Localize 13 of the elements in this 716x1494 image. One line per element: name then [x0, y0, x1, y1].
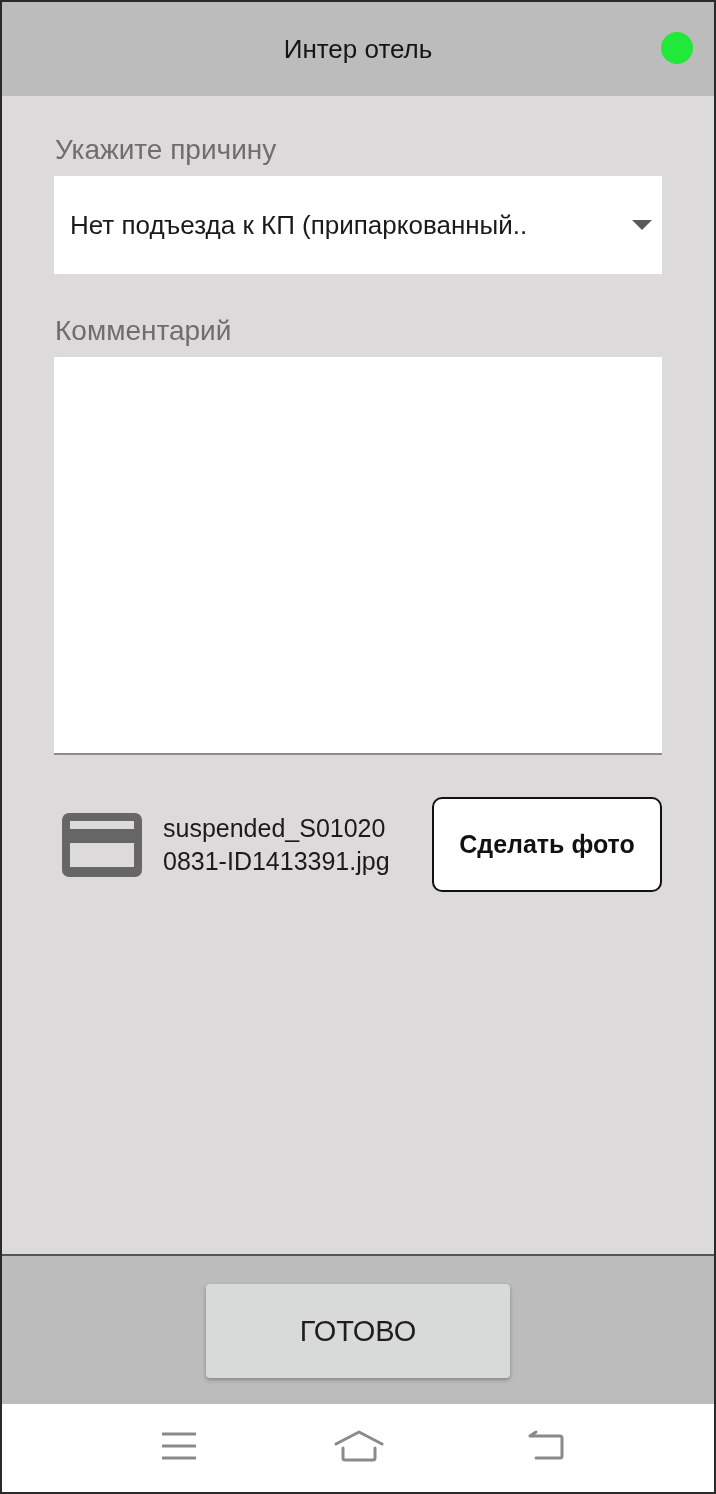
caret-icon — [632, 220, 652, 230]
done-button[interactable]: ГОТОВО — [206, 1284, 510, 1378]
reason-dropdown[interactable]: Нет подъезда к КП (припаркованный.. — [54, 176, 662, 274]
take-photo-button[interactable]: Сделать фото — [432, 797, 662, 892]
file-name: suspended_S010200831-ID1413391.jpg — [163, 812, 391, 877]
back-icon[interactable] — [528, 1430, 564, 1460]
card-icon — [62, 812, 142, 877]
comment-field[interactable] — [54, 357, 662, 755]
reason-label: Укажите причину — [55, 133, 278, 167]
home-icon[interactable] — [334, 1430, 384, 1462]
menu-icon[interactable] — [162, 1432, 196, 1460]
comment-label: Комментарий — [55, 314, 233, 348]
screen-title: Интер отель — [283, 33, 433, 65]
